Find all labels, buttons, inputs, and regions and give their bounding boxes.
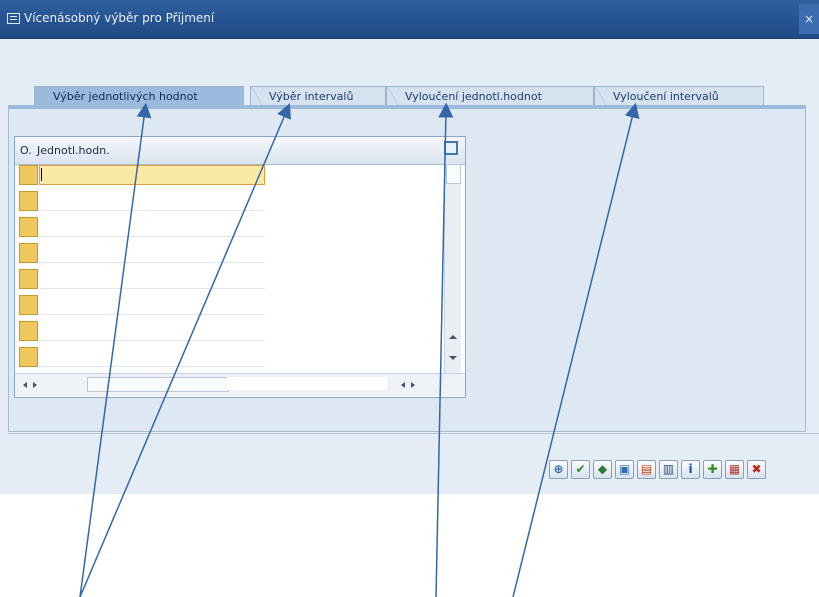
annotation-arrows <box>79 102 640 597</box>
annotation-arrow <box>512 102 640 597</box>
annotation-arrow <box>79 102 152 597</box>
annotation-arrow <box>435 102 454 597</box>
annotation-arrow <box>79 103 291 597</box>
